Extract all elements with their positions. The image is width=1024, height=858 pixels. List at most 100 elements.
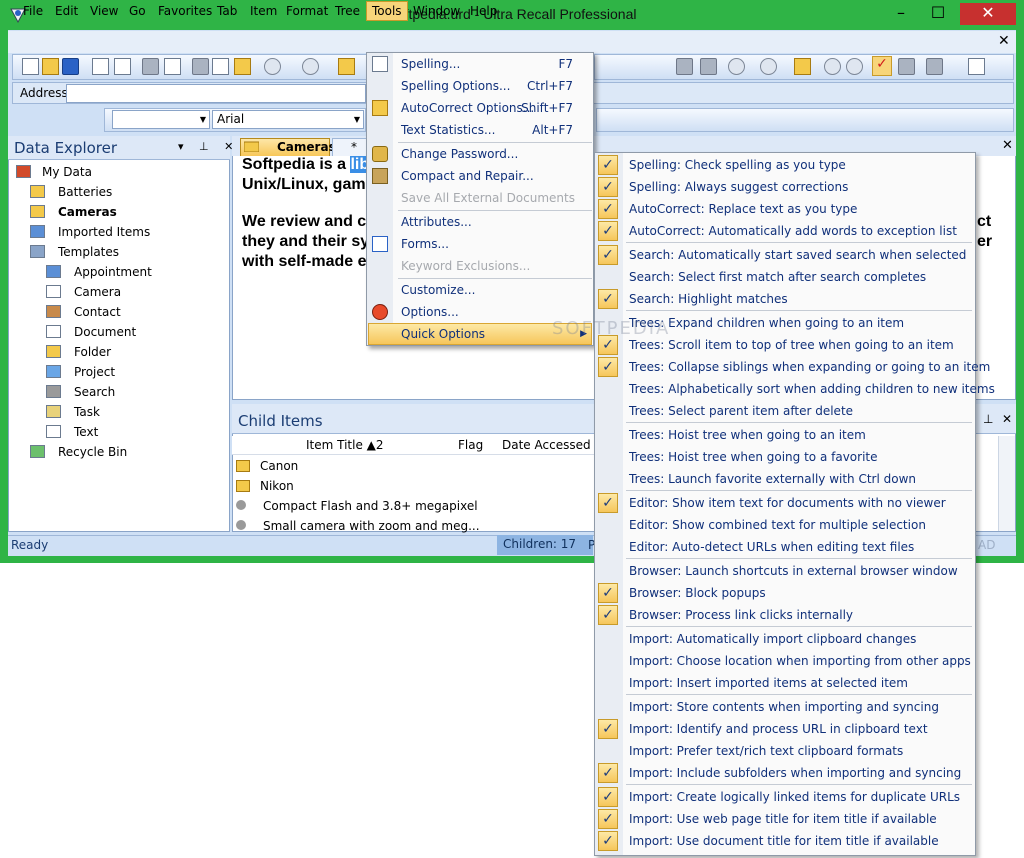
column-date-accessed[interactable]: Date Accessed	[502, 438, 591, 452]
new-document-icon[interactable]	[22, 58, 39, 75]
check-icon[interactable]: ✓	[872, 56, 892, 76]
maximize-button[interactable]: ☐	[921, 3, 955, 25]
tree-item[interactable]: Templates	[30, 242, 210, 262]
refresh-icon[interactable]	[846, 58, 863, 75]
font-select[interactable]: Arial ▼	[212, 110, 364, 129]
quick-option-item[interactable]: Trees: Alphabetically sort when adding c…	[623, 378, 995, 400]
tools-menu-item[interactable]: AutoCorrect Options... Shift+F7	[395, 97, 591, 119]
tree-item[interactable]: Cameras	[30, 202, 210, 222]
style-select[interactable]: ▼	[112, 110, 210, 129]
quick-option-item[interactable]: AutoCorrect: Automatically add words to …	[623, 220, 973, 242]
tree-item[interactable]: Appointment	[46, 262, 210, 282]
tree-item[interactable]: Search	[46, 382, 210, 402]
column-item-title[interactable]: Item Title ▲2	[306, 438, 384, 452]
table-row[interactable]: Canon	[234, 456, 594, 476]
paste-icon[interactable]	[234, 58, 251, 75]
search-tree-icon[interactable]	[676, 58, 693, 75]
quick-option-item[interactable]: AutoCorrect: Replace text as you type	[623, 198, 973, 220]
tree-item[interactable]: Recycle Bin	[30, 442, 210, 462]
organize-icon[interactable]	[338, 58, 355, 75]
menu-tools[interactable]: Tools	[366, 1, 408, 21]
tools-menu-item[interactable]: Customize...	[395, 279, 591, 301]
menu-tab[interactable]: Tab	[212, 3, 242, 20]
menu-favorites[interactable]: Favorites	[153, 3, 217, 20]
back-icon[interactable]	[728, 58, 745, 75]
copy-icon[interactable]	[212, 58, 229, 75]
quick-option-item[interactable]: Editor: Auto-detect URLs when editing te…	[623, 536, 973, 558]
quick-option-item[interactable]: Import: Insert imported items at selecte…	[623, 672, 973, 694]
tools-menu-item[interactable]: Attributes...	[395, 211, 591, 233]
panel-buttons[interactable]: ▾ ⊥ ✕	[178, 140, 239, 153]
menu-file[interactable]: File	[18, 3, 48, 20]
undo-icon[interactable]	[264, 58, 281, 75]
view-icon[interactable]	[898, 58, 915, 75]
quick-option-item[interactable]: Spelling: Always suggest corrections	[623, 176, 973, 198]
favorite-icon[interactable]	[794, 58, 811, 75]
tools-menu-item[interactable]: Compact and Repair...	[395, 165, 591, 187]
tree-item[interactable]: Camera	[46, 282, 210, 302]
tree-item[interactable]: Imported Items	[30, 222, 210, 242]
quick-option-item[interactable]: Import: Identify and process URL in clip…	[623, 718, 973, 740]
column-flag[interactable]: Flag	[458, 438, 483, 452]
menu-format[interactable]: Format	[281, 3, 333, 20]
search-icon[interactable]	[700, 58, 717, 75]
quick-option-item[interactable]: Import: Automatically import clipboard c…	[623, 628, 973, 650]
book-icon[interactable]	[968, 58, 985, 75]
quick-option-item[interactable]: Trees: Select parent item after delete	[623, 400, 973, 422]
tools-menu-item[interactable]: Text Statistics... Alt+F7	[395, 119, 591, 141]
tree-item[interactable]: Contact	[46, 302, 210, 322]
quick-option-item[interactable]: Editor: Show combined text for multiple …	[623, 514, 973, 536]
quick-option-item[interactable]: Import: Store contents when importing an…	[623, 696, 973, 718]
quick-option-item[interactable]: Import: Use web page title for item titl…	[623, 808, 973, 830]
tools-menu-item[interactable]: Spelling Options... Ctrl+F7	[395, 75, 591, 97]
quick-option-item[interactable]: Editor: Show item text for documents wit…	[623, 492, 973, 514]
quick-option-item[interactable]: Browser: Block popups	[623, 582, 973, 604]
tools-menu-item[interactable]: Change Password...	[395, 143, 591, 165]
quick-option-item[interactable]: Search: Select first match after search …	[623, 266, 973, 288]
tab-second[interactable]: * C	[332, 138, 368, 170]
quick-option-item[interactable]: Browser: Launch shortcuts in external br…	[623, 560, 973, 582]
menu-help[interactable]: Help	[465, 3, 502, 20]
quick-option-item[interactable]: Import: Include subfolders when importin…	[623, 762, 973, 784]
tree-item[interactable]: Project	[46, 362, 210, 382]
tools-menu-item[interactable]: Spelling... F7	[395, 53, 591, 75]
print-icon[interactable]	[142, 58, 159, 75]
quick-option-item[interactable]: Search: Highlight matches	[623, 288, 973, 310]
menu-go[interactable]: Go	[124, 3, 151, 20]
cut-icon[interactable]	[192, 58, 209, 75]
close-button[interactable]: ✕	[960, 3, 1016, 25]
quick-option-item[interactable]: Trees: Hoist tree when going to an item	[623, 424, 973, 446]
open-icon[interactable]	[42, 58, 59, 75]
quick-option-item[interactable]: Import: Use document title for item titl…	[623, 830, 973, 852]
quick-option-item[interactable]: Trees: Hoist tree when going to a favori…	[623, 446, 973, 468]
quick-option-item[interactable]: Import: Create logically linked items fo…	[623, 786, 973, 808]
tools-menu-item[interactable]: Forms...	[395, 233, 591, 255]
quick-option-item[interactable]: Trees: Expand children when going to an …	[623, 312, 973, 334]
stop-icon[interactable]	[824, 58, 841, 75]
quick-option-item[interactable]: Trees: Scroll item to top of tree when g…	[623, 334, 973, 356]
forward-icon[interactable]	[760, 58, 777, 75]
quick-option-item[interactable]: Search: Automatically start saved search…	[623, 244, 973, 266]
quick-option-item[interactable]: Trees: Launch favorite externally with C…	[623, 468, 973, 490]
editor-close-icon[interactable]: ✕	[1002, 138, 1013, 153]
table-row[interactable]: Small camera with zoom and meg...	[234, 516, 594, 536]
quick-option-item[interactable]: Import: Prefer text/rich text clipboard …	[623, 740, 973, 762]
save-icon[interactable]	[62, 58, 79, 75]
scrollbar[interactable]	[998, 436, 1015, 531]
menu-tree[interactable]: Tree	[330, 3, 365, 20]
new-child-icon[interactable]	[92, 58, 109, 75]
tree-item[interactable]: My Data	[16, 162, 210, 182]
layout-icon[interactable]	[926, 58, 943, 75]
print-preview-icon[interactable]	[164, 58, 181, 75]
menu-view[interactable]: View	[85, 3, 123, 20]
menu-item[interactable]: Item	[245, 3, 282, 20]
redo-icon[interactable]	[302, 58, 319, 75]
quick-option-item[interactable]: Spelling: Check spelling as you type	[623, 154, 973, 176]
address-input[interactable]	[66, 84, 366, 103]
menu-window[interactable]: Window	[408, 3, 465, 20]
tree-item[interactable]: Document	[46, 322, 210, 342]
quick-option-item[interactable]: Trees: Collapse siblings when expanding …	[623, 356, 990, 378]
minimize-button[interactable]: –	[884, 3, 918, 25]
table-row[interactable]: Nikon	[234, 476, 594, 496]
quick-option-item[interactable]: Import: Choose location when importing f…	[623, 650, 973, 672]
